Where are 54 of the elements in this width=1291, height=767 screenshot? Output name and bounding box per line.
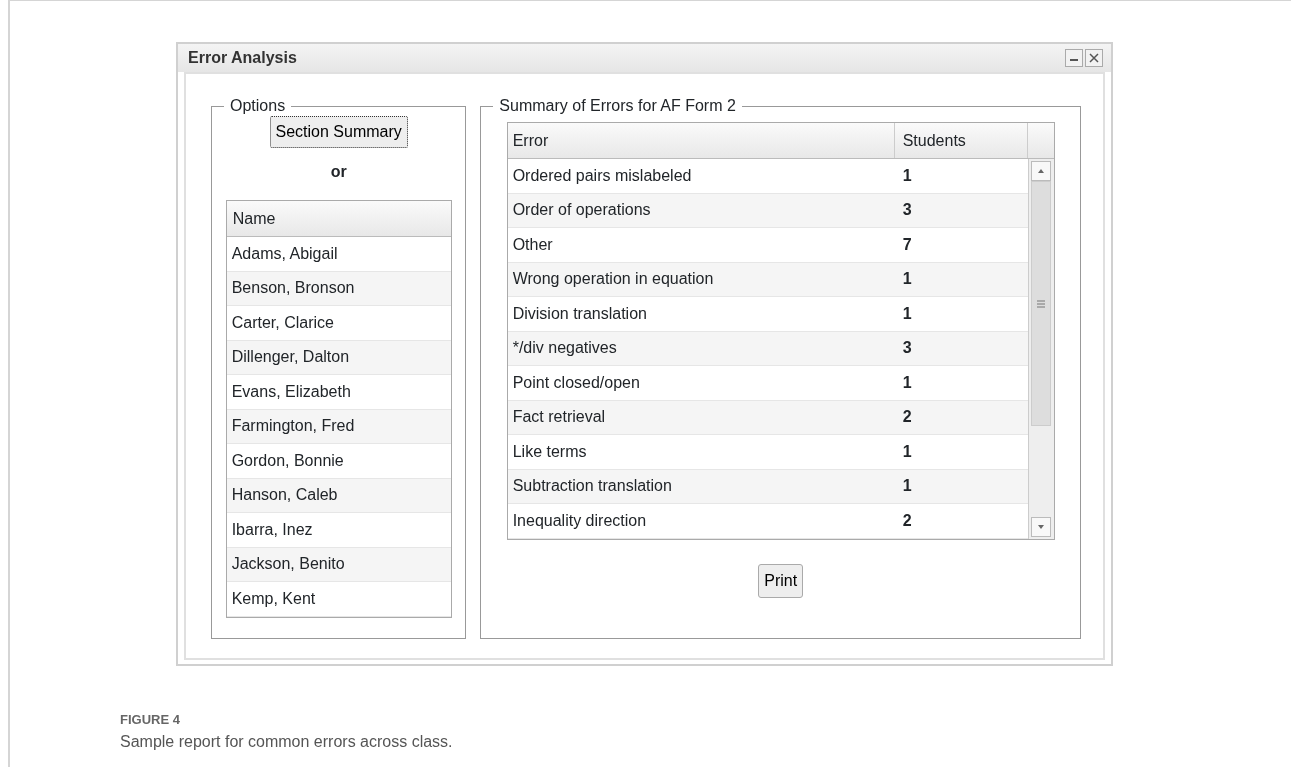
- count-cell-text: 1: [901, 269, 913, 290]
- group-legend: Summary of Errors for AF Form 2: [493, 98, 742, 114]
- error-cell-text: Other: [511, 234, 554, 255]
- figure-caption: Sample report for common errors across class.: [120, 731, 454, 752]
- column-header: Name: [226, 201, 451, 237]
- section-summary-button[interactable]: Section Summary: [269, 116, 408, 148]
- error-cell-text: Inequality direction: [511, 510, 648, 531]
- print-button[interactable]: Print: [758, 563, 804, 598]
- column-header: Students: [894, 123, 1028, 158]
- count-cell-text: 1: [901, 441, 913, 462]
- or-label: or: [330, 162, 347, 182]
- count-cell-text: 2: [901, 407, 913, 428]
- column-header: Error: [507, 123, 895, 158]
- name-list-item[interactable]: Adams, Abigail: [226, 237, 451, 272]
- name-list-item[interactable]: Carter, Clarice: [226, 306, 451, 341]
- count-cell-text: 2: [901, 510, 913, 531]
- count-cell-text: 1: [901, 476, 913, 497]
- name-list-item[interactable]: Evans, Elizabeth: [226, 375, 451, 410]
- count-cell-text: 1: [901, 372, 913, 393]
- minimize-button[interactable]: [1065, 49, 1083, 67]
- close-button[interactable]: [1085, 49, 1103, 67]
- error-cell-text: Like terms: [511, 441, 588, 462]
- error-cell-text: Subtraction translation: [511, 476, 673, 497]
- name-list-item[interactable]: Hanson, Caleb: [226, 478, 451, 513]
- name-list-item[interactable]: Benson, Bronson: [226, 271, 451, 306]
- count-cell-text: 1: [901, 165, 913, 186]
- scroll-thumb[interactable]: [1031, 181, 1052, 426]
- error-cell-text: Wrong operation in equation: [511, 269, 715, 290]
- name-list-item[interactable]: Farmington, Fred: [226, 409, 451, 444]
- name-list-item[interactable]: Ibarra, Inez: [226, 513, 451, 548]
- count-cell-text: 3: [901, 200, 913, 221]
- name-list-item[interactable]: Gordon, Bonnie: [226, 444, 451, 479]
- count-cell-text: 7: [901, 234, 913, 255]
- scroll-up-button[interactable]: [1031, 161, 1052, 181]
- figure-label: FIGURE 4: [120, 711, 181, 729]
- name-list-item[interactable]: Kemp, Kent: [226, 582, 451, 617]
- error-cell-text: Fact retrieval: [511, 407, 607, 428]
- window-title: Error Analysis: [188, 48, 298, 68]
- error-cell-text: Division translation: [511, 303, 648, 324]
- close-icon: [1088, 52, 1100, 64]
- name-list-item[interactable]: Dillenger, Dalton: [226, 340, 451, 375]
- scrollbar[interactable]: [1027, 159, 1054, 539]
- error-cell-text: */div negatives: [511, 338, 618, 359]
- count-cell-text: 3: [901, 338, 913, 359]
- count-cell-text: 1: [901, 303, 913, 324]
- group-legend: Options: [224, 98, 292, 114]
- down-arrow-icon: [1037, 523, 1046, 530]
- scroll-down-button[interactable]: [1031, 516, 1052, 537]
- name-list-item[interactable]: Jackson, Benito: [226, 547, 451, 582]
- up-arrow-icon: [1037, 168, 1046, 174]
- error-cell-text: Order of operations: [511, 200, 652, 221]
- error-cell-text: Ordered pairs mislabeled: [511, 165, 693, 186]
- error-cell-text: Point closed/open: [511, 372, 641, 393]
- grip-icon: [1037, 298, 1046, 309]
